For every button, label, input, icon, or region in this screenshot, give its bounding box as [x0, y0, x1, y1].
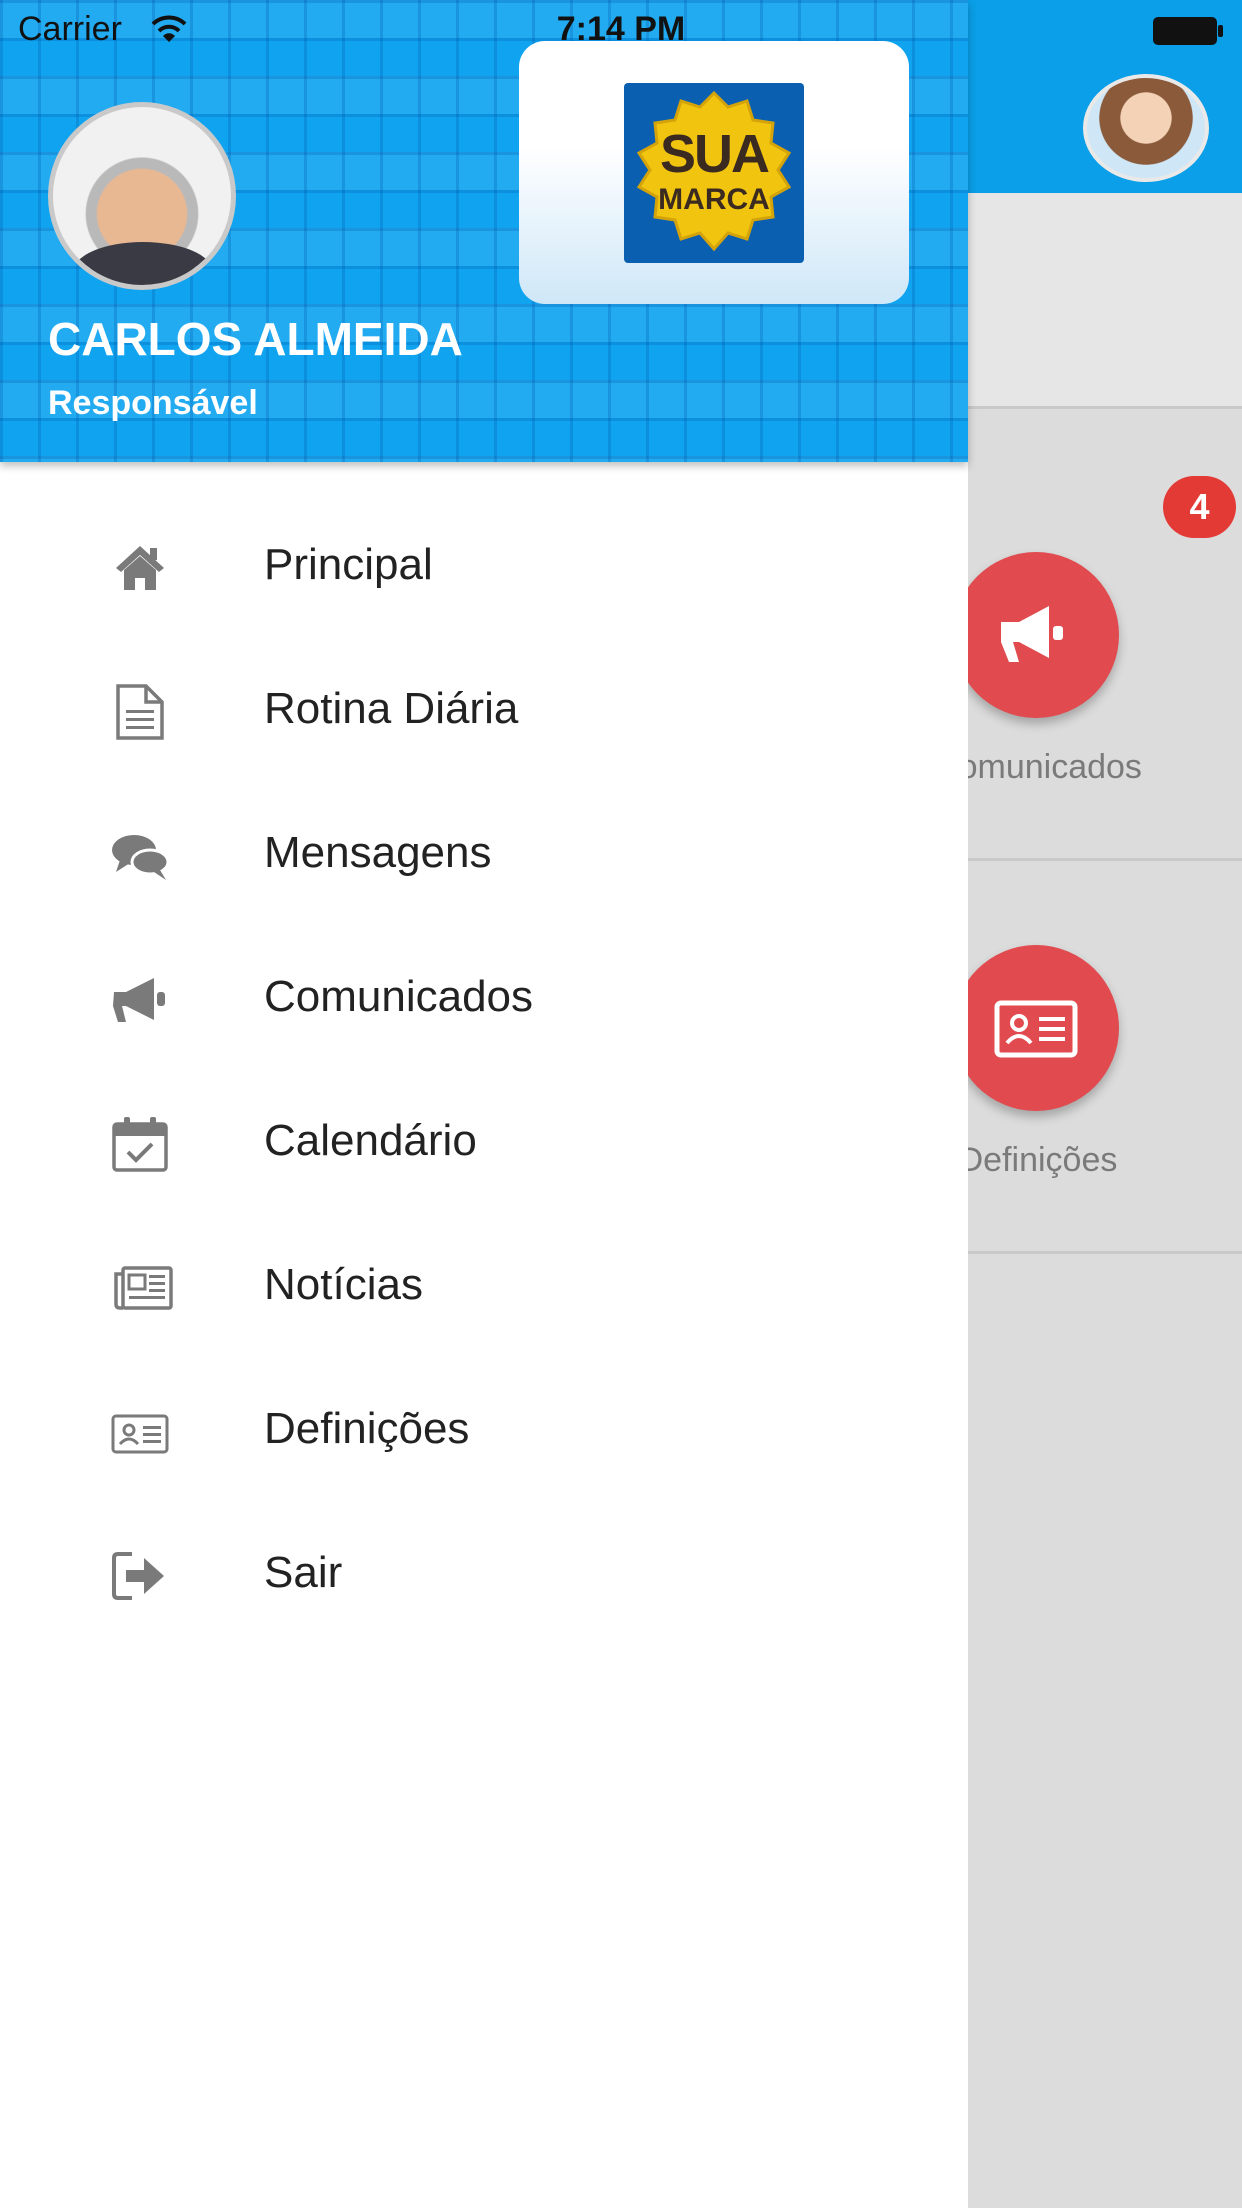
menu-item-noticias[interactable]: Notícias [0, 1210, 968, 1354]
menu-item-label: Rotina Diária [264, 684, 519, 733]
sign-out-icon [112, 1552, 164, 1600]
menu-item-label: Sair [264, 1548, 343, 1597]
menu-item-label: Calendário [264, 1116, 477, 1165]
brand-card: SUA MARCA [519, 41, 909, 304]
clock: 7:14 PM [556, 10, 686, 48]
comunicados-tile-button[interactable] [953, 552, 1119, 718]
status-bar: Carrier 7:14 PM [0, 0, 1242, 60]
brand-logo-text-bottom: MARCA [658, 183, 770, 216]
chat-icon [112, 835, 170, 880]
menu-item-definicoes[interactable]: Definições [0, 1354, 968, 1498]
menu-item-rotina-diaria[interactable]: Rotina Diária [0, 634, 968, 778]
menu-item-calendario[interactable]: Calendário [0, 1066, 968, 1210]
document-icon [116, 684, 164, 740]
menu-item-label: Definições [264, 1404, 470, 1453]
menu-item-label: Principal [264, 540, 433, 589]
menu-item-principal[interactable]: Principal [0, 490, 968, 634]
megaphone-icon [113, 978, 165, 1022]
menu-item-label: Notícias [264, 1260, 423, 1309]
child-avatar[interactable] [1083, 74, 1209, 182]
calendar-check-icon [112, 1117, 168, 1172]
menu-item-label: Comunicados [264, 972, 534, 1021]
profile-name: CARLOS ALMEIDA [48, 313, 463, 365]
definicoes-tile-button[interactable] [953, 945, 1119, 1111]
notification-badge: 4 [1163, 476, 1236, 538]
id-card-icon [111, 1414, 169, 1454]
menu-item-sair[interactable]: Sair [0, 1498, 968, 1642]
side-drawer: CARLOS ALMEIDA Responsável SUA MARCA Pri… [0, 0, 968, 2208]
id-card-icon [994, 1000, 1078, 1058]
home-icon [116, 546, 164, 590]
profile-role: Responsável [48, 384, 258, 422]
battery-icon [1153, 17, 1223, 45]
menu-item-comunicados[interactable]: Comunicados [0, 922, 968, 1066]
profile-avatar[interactable] [48, 102, 236, 290]
menu-item-label: Mensagens [264, 828, 492, 877]
drawer-header: CARLOS ALMEIDA Responsável SUA MARCA [0, 0, 968, 462]
brand-logo: SUA MARCA [624, 83, 804, 263]
megaphone-icon [1001, 606, 1063, 662]
menu-item-mensagens[interactable]: Mensagens [0, 778, 968, 922]
brand-logo-text-top: SUA [659, 124, 770, 184]
newspaper-icon [114, 1266, 173, 1310]
